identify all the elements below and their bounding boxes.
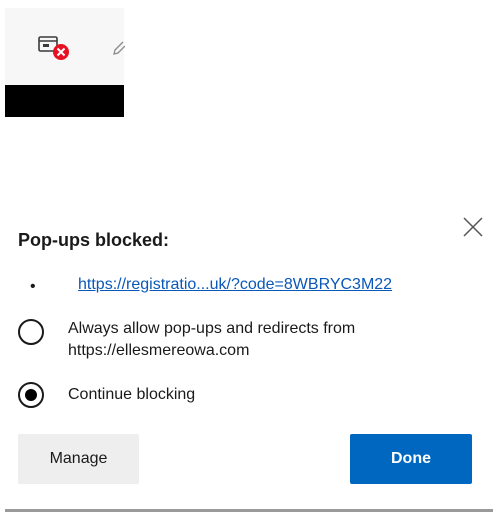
radio-circle — [18, 319, 44, 345]
list-bullet: • — [30, 278, 36, 295]
close-icon — [463, 217, 483, 237]
blocked-popup-link[interactable]: https://registratio...uk/?code=8WBRYC3M2… — [78, 276, 392, 294]
redacted-bar — [5, 85, 124, 117]
popup-title: Pop-ups blocked: — [18, 230, 170, 250]
done-button[interactable]: Done — [350, 434, 472, 484]
divider — [5, 509, 493, 512]
popup-blocked-icon[interactable] — [37, 35, 71, 63]
manage-button[interactable]: Manage — [18, 434, 139, 484]
radio-label-continue-blocking: Continue blocking — [68, 386, 196, 403]
radio-label-always-allow: Always allow pop-ups and redirects from … — [68, 320, 356, 359]
radio-always-allow[interactable] — [18, 319, 44, 345]
pen-icon[interactable] — [113, 40, 126, 56]
radio-continue-blocking[interactable] — [18, 382, 44, 408]
radio-selected-dot — [25, 389, 37, 401]
close-button[interactable] — [458, 212, 488, 242]
